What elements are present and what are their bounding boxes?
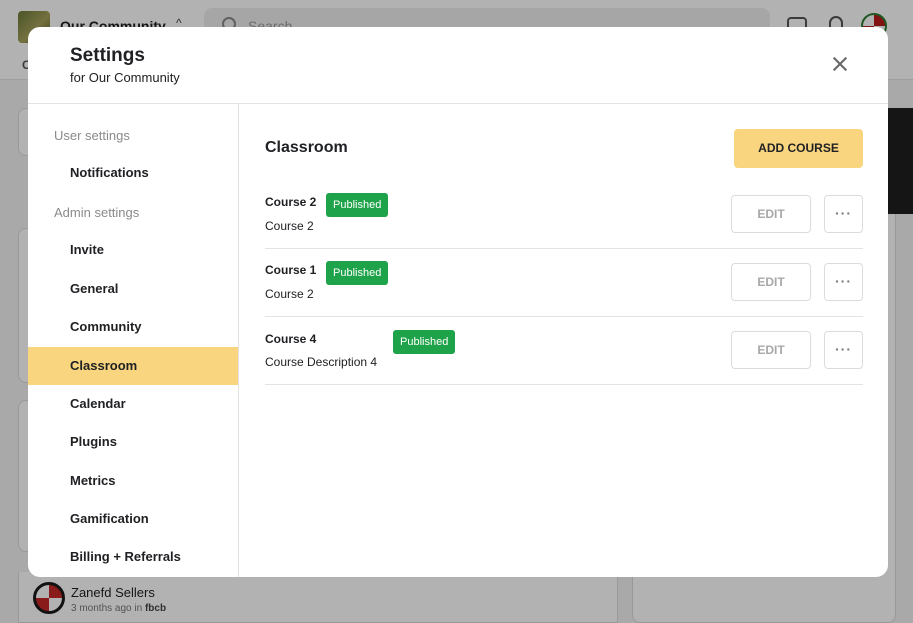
add-course-button[interactable]: ADD COURSE <box>734 129 863 168</box>
settings-modal: Settings for Our Community User settings… <box>28 27 888 577</box>
course-name: Course 1 <box>265 263 317 277</box>
edit-course-button[interactable]: EDIT <box>731 331 811 369</box>
sidebar-heading-admin: Admin settings <box>54 205 140 220</box>
more-options-button[interactable]: ··· <box>824 263 863 301</box>
sidebar-item-calendar[interactable]: Calendar <box>28 385 238 423</box>
sidebar-item-plugins[interactable]: Plugins <box>28 423 238 461</box>
edit-course-button[interactable]: EDIT <box>731 195 811 233</box>
more-options-button[interactable]: ··· <box>824 195 863 233</box>
sidebar-item-billing[interactable]: Billing + Referrals <box>28 538 238 576</box>
sidebar-item-invite[interactable]: Invite <box>28 231 238 269</box>
course-row: Course 4 Published Course Description 4 … <box>265 317 863 385</box>
sidebar-item-gamification[interactable]: Gamification <box>28 500 238 538</box>
course-description: Course 2 <box>265 287 314 301</box>
status-badge: Published <box>326 193 389 217</box>
course-row: Course 1 Published Course 2 EDIT ··· <box>265 249 863 317</box>
close-icon[interactable] <box>830 54 850 74</box>
sidebar-item-community[interactable]: Community <box>28 308 238 346</box>
sidebar-item-metrics[interactable]: Metrics <box>28 462 238 500</box>
sidebar-item-classroom[interactable]: Classroom <box>28 347 238 385</box>
modal-header: Settings for Our Community <box>28 27 888 104</box>
modal-subtitle: for Our Community <box>70 70 180 85</box>
section-title: Classroom <box>265 139 348 156</box>
settings-sidebar: User settings Notifications Admin settin… <box>28 104 239 577</box>
course-name: Course 4 <box>265 332 317 346</box>
sidebar-item-general[interactable]: General <box>28 270 238 308</box>
status-badge: Published <box>393 330 456 354</box>
course-description: Course Description 4 <box>265 355 378 369</box>
status-badge: Published <box>326 261 389 285</box>
edit-course-button[interactable]: EDIT <box>731 263 811 301</box>
course-description: Course 2 <box>265 219 314 233</box>
course-row: Course 2 Published Course 2 EDIT ··· <box>265 181 863 249</box>
sidebar-item-notifications[interactable]: Notifications <box>28 154 238 192</box>
modal-title: Settings <box>70 45 145 66</box>
sidebar-heading-user: User settings <box>54 128 130 143</box>
more-options-button[interactable]: ··· <box>824 331 863 369</box>
course-name: Course 2 <box>265 195 317 209</box>
